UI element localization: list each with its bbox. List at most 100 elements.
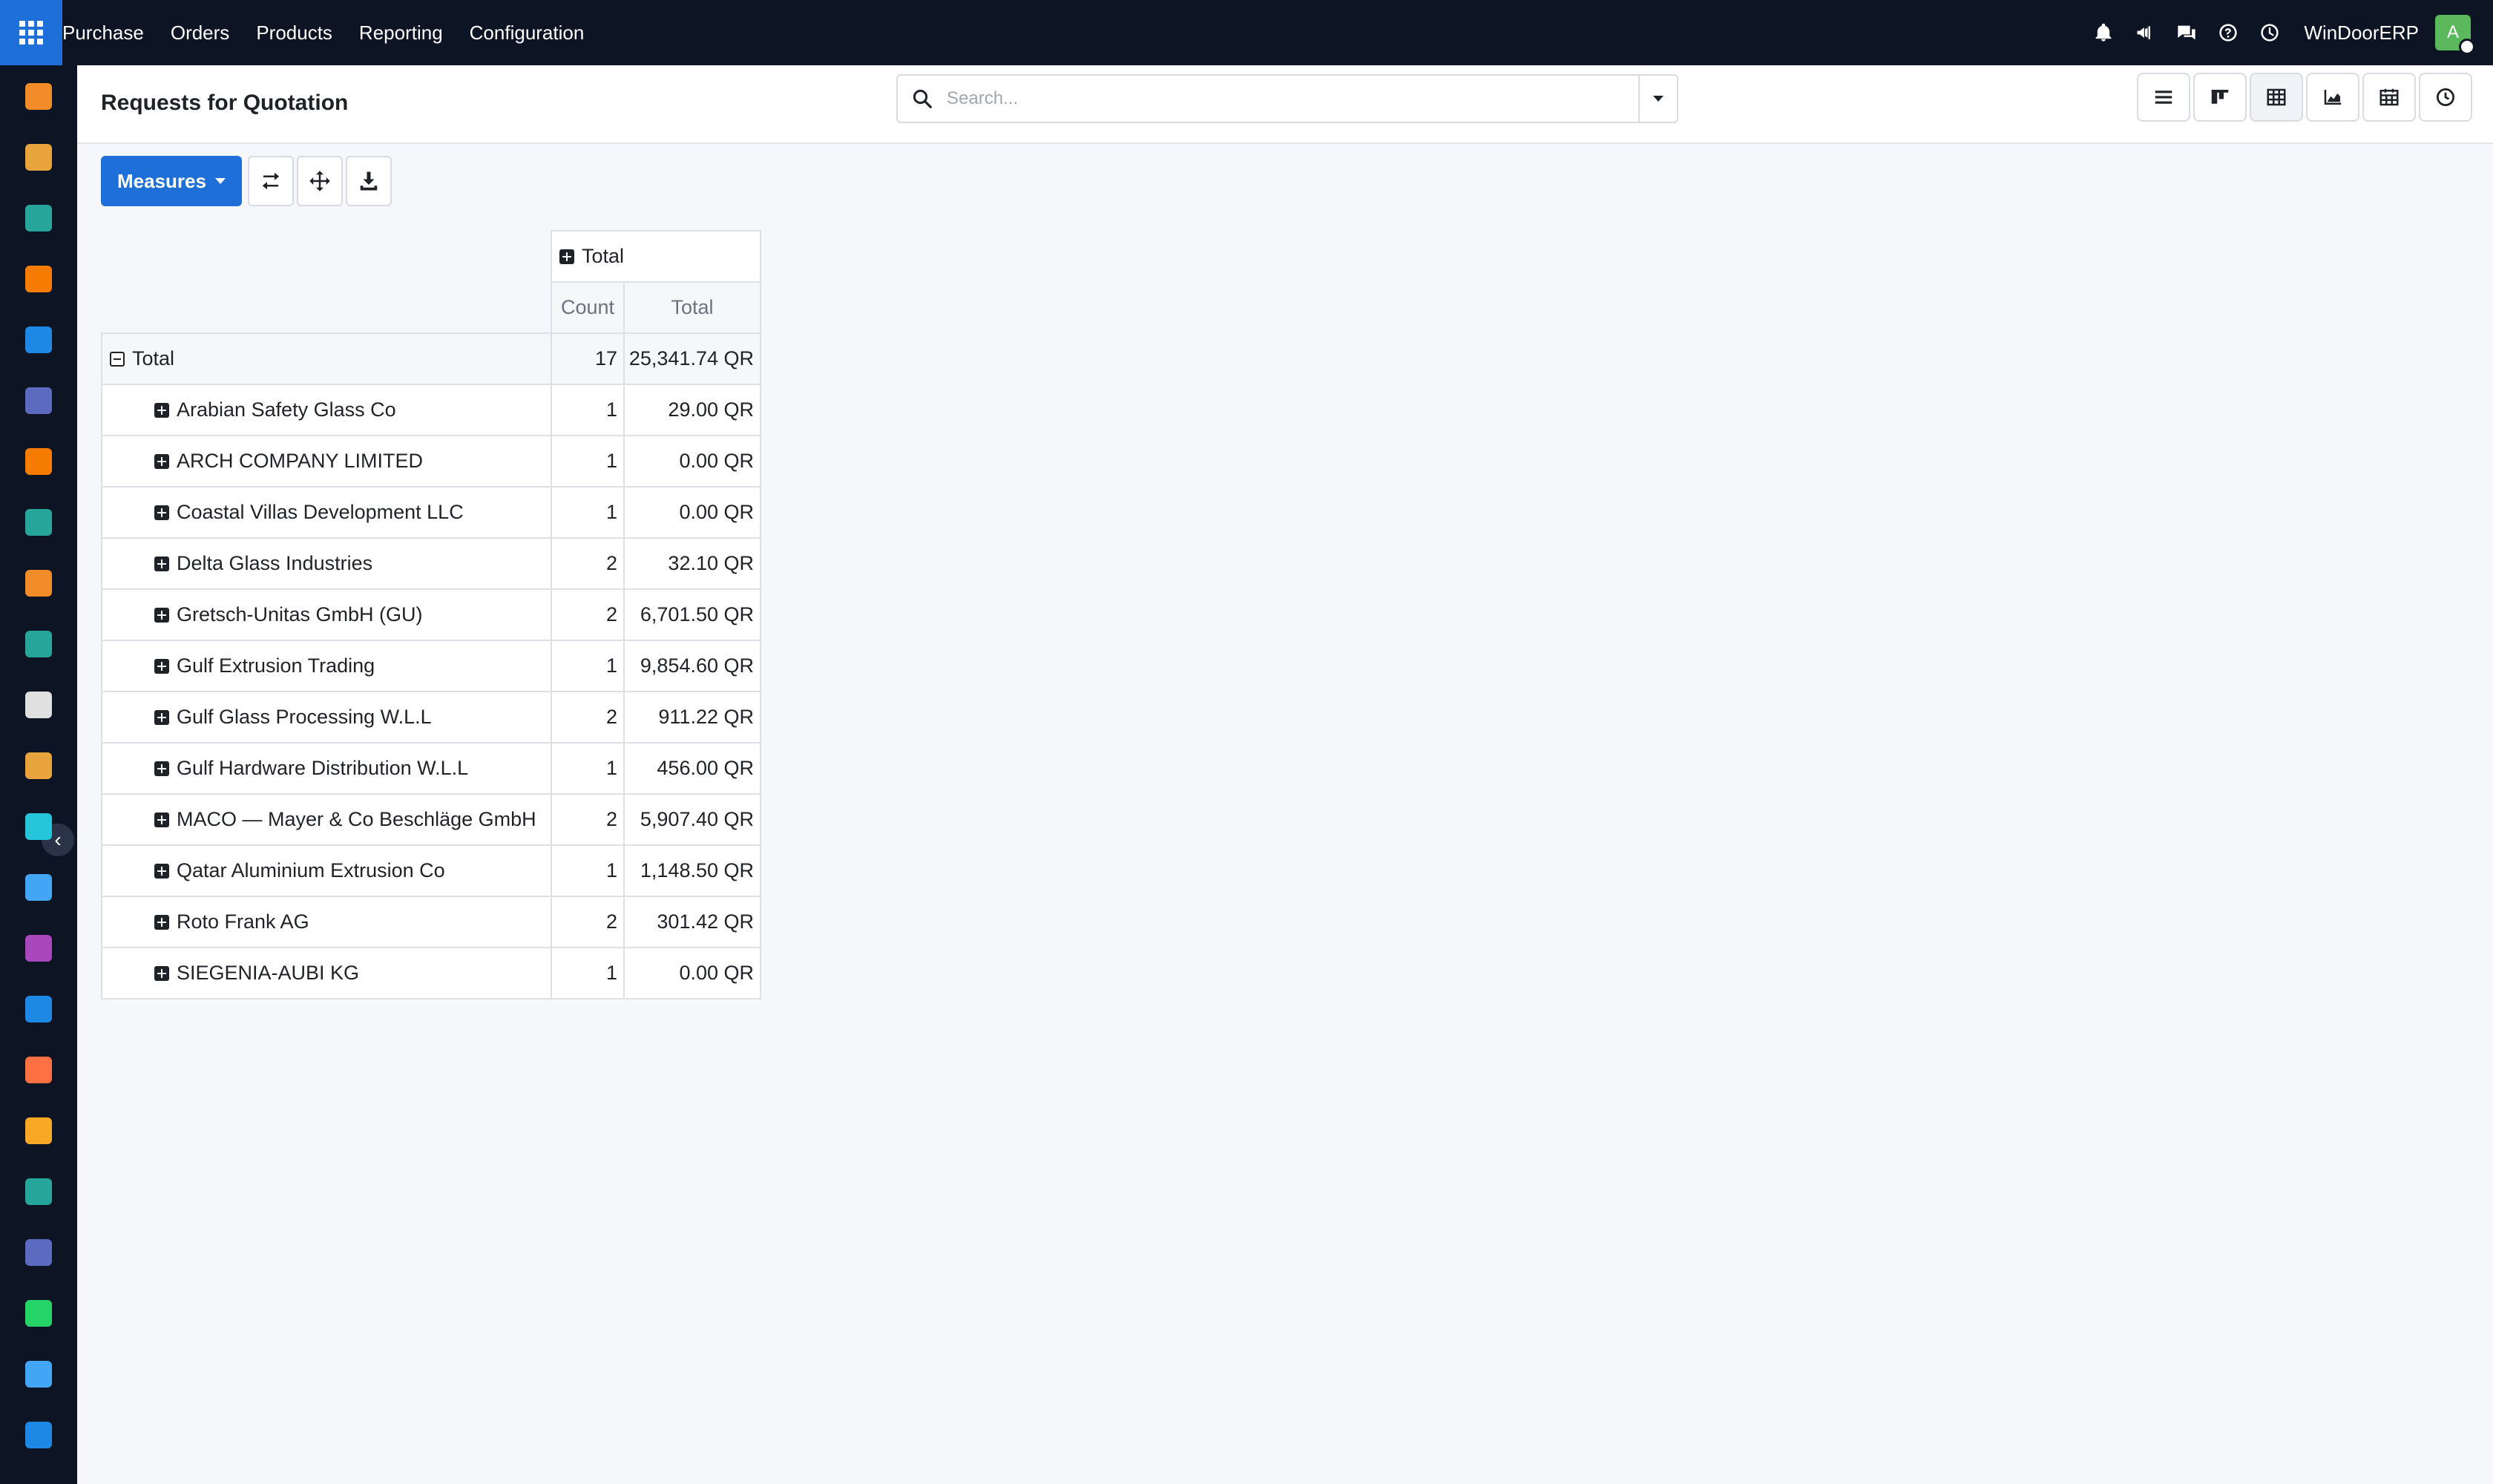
expand-all-button[interactable] [297, 156, 343, 206]
cell-count[interactable]: 1 [551, 435, 625, 487]
v-shape-app-icon[interactable] [25, 509, 52, 536]
cell-count[interactable]: 2 [551, 896, 625, 948]
cell-total[interactable]: 0.00 QR [623, 435, 761, 487]
whatsapp-app-icon[interactable] [25, 1300, 52, 1327]
download-button[interactable] [346, 156, 392, 206]
check-app-icon[interactable] [25, 813, 52, 840]
search-input[interactable] [947, 76, 1638, 121]
cell-count[interactable]: 2 [551, 588, 625, 641]
flip-axis-button[interactable] [248, 156, 294, 206]
cube-app-icon[interactable] [25, 692, 52, 718]
contacts-app-icon[interactable] [25, 205, 52, 232]
row-header[interactable]: Qatar Aluminium Extrusion Co [101, 844, 552, 897]
clock-icon[interactable] [2256, 19, 2283, 46]
col-header-total[interactable]: Total [551, 230, 761, 283]
pivot-row: Gulf Hardware Distribution W.L.L 1 456.00 … [101, 742, 761, 795]
menu-purchase[interactable]: Purchase [62, 22, 157, 45]
cell-count[interactable]: 2 [551, 537, 625, 590]
cell-total[interactable]: 5,907.40 QR [623, 793, 761, 846]
wave-app-icon-2[interactable] [25, 1422, 52, 1448]
cell-count[interactable]: 1 [551, 486, 625, 539]
cell-total[interactable]: 911.22 QR [623, 691, 761, 743]
megaphone-icon[interactable] [2132, 19, 2158, 46]
list-view-icon[interactable] [2137, 73, 2190, 122]
pivot-view-icon[interactable] [2250, 73, 2303, 122]
cell-count[interactable]: 2 [551, 793, 625, 846]
pivot-row: Delta Glass Industries 2 32.10 QR [101, 537, 761, 590]
cell-total[interactable]: 301.42 QR [623, 896, 761, 948]
palette-app-icon[interactable] [25, 144, 52, 171]
gauge-app-icon[interactable] [25, 1361, 52, 1388]
user-avatar[interactable]: A [2435, 15, 2475, 55]
expand-plus-icon [154, 761, 169, 776]
grid-icon [19, 21, 43, 45]
dashboard-app-icon[interactable] [25, 1239, 52, 1266]
expand-plus-icon [154, 915, 169, 930]
cell-total[interactable]: 0.00 QR [623, 947, 761, 999]
pivot-row: MACO — Mayer & Co Beschläge GmbH 2 5,907.4… [101, 793, 761, 846]
cell-total[interactable]: 9,854.60 QR [623, 640, 761, 692]
menu-products[interactable]: Products [243, 22, 346, 45]
menu-orders[interactable]: Orders [157, 22, 243, 45]
row-header[interactable]: MACO — Mayer & Co Beschläge GmbH [101, 793, 552, 846]
measures-button[interactable]: Measures [101, 156, 242, 206]
paint-app-icon[interactable] [25, 752, 52, 779]
app-menu-button[interactable] [0, 0, 62, 65]
measure-header-count[interactable]: Count [551, 281, 625, 334]
sign-app-icon[interactable] [25, 1178, 52, 1205]
cell-count[interactable]: 1 [551, 844, 625, 897]
row-header[interactable]: Gulf Hardware Distribution W.L.L [101, 742, 552, 795]
team-app-icon[interactable] [25, 1057, 52, 1083]
cell-count[interactable]: 17 [551, 332, 625, 385]
row-header-label: Arabian Safety Glass Co [177, 398, 396, 421]
activity-view-icon[interactable] [2419, 73, 2472, 122]
row-header[interactable]: Gulf Glass Processing W.L.L [101, 691, 552, 743]
cell-count[interactable]: 2 [551, 691, 625, 743]
mail-app-icon[interactable] [25, 387, 52, 414]
bell-icon[interactable] [2090, 19, 2117, 46]
calendar-view-icon[interactable] [2362, 73, 2416, 122]
cell-total[interactable]: 25,341.74 QR [623, 332, 761, 385]
row-header-label: Gretsch-Unitas GmbH (GU) [177, 603, 423, 626]
graph-view-icon[interactable] [2306, 73, 2359, 122]
bar-chart-app-icon-2[interactable] [25, 570, 52, 597]
row-header[interactable]: Arabian Safety Glass Co [101, 384, 552, 436]
menu-configuration[interactable]: Configuration [456, 22, 598, 45]
calendar-31-app-icon[interactable] [25, 1117, 52, 1144]
chat-icon[interactable] [2173, 19, 2200, 46]
search-icon[interactable] [898, 88, 947, 110]
row-header[interactable]: Gretsch-Unitas GmbH (GU) [101, 588, 552, 641]
wave-app-icon[interactable] [25, 326, 52, 353]
cell-total[interactable]: 29.00 QR [623, 384, 761, 436]
company-name[interactable]: WinDoorERP [2304, 22, 2419, 45]
row-header-total[interactable]: Total [101, 332, 552, 385]
menu-reporting[interactable]: Reporting [346, 22, 456, 45]
search-options-toggle[interactable] [1638, 76, 1677, 122]
cell-total[interactable]: 32.10 QR [623, 537, 761, 590]
row-header[interactable]: Coastal Villas Development LLC [101, 486, 552, 539]
cell-total[interactable]: 0.00 QR [623, 486, 761, 539]
cell-total[interactable]: 1,148.50 QR [623, 844, 761, 897]
chat-bubble-app-icon[interactable] [25, 266, 52, 292]
dollar-app-icon[interactable] [25, 996, 52, 1022]
cell-count[interactable]: 1 [551, 742, 625, 795]
row-header[interactable]: Gulf Extrusion Trading [101, 640, 552, 692]
row-header[interactable]: SIEGENIA-AUBI KG [101, 947, 552, 999]
cell-count[interactable]: 1 [551, 640, 625, 692]
row-header[interactable]: Delta Glass Industries [101, 537, 552, 590]
bubble-app-icon[interactable] [25, 448, 52, 475]
row-header-label: Delta Glass Industries [177, 552, 373, 574]
row-header[interactable]: ARCH COMPANY LIMITED [101, 435, 552, 487]
cell-count[interactable]: 1 [551, 947, 625, 999]
cell-total[interactable]: 456.00 QR [623, 742, 761, 795]
help-icon[interactable] [2215, 19, 2241, 46]
book-app-icon[interactable] [25, 874, 52, 901]
bar-chart-app-icon[interactable] [25, 83, 52, 110]
cell-total[interactable]: 6,701.50 QR [623, 588, 761, 641]
contacts-app-icon-2[interactable] [25, 631, 52, 657]
cell-count[interactable]: 1 [551, 384, 625, 436]
box-app-icon[interactable] [25, 935, 52, 962]
kanban-view-icon[interactable] [2193, 73, 2247, 122]
row-header[interactable]: Roto Frank AG [101, 896, 552, 948]
measure-header-total[interactable]: Total [623, 281, 761, 334]
